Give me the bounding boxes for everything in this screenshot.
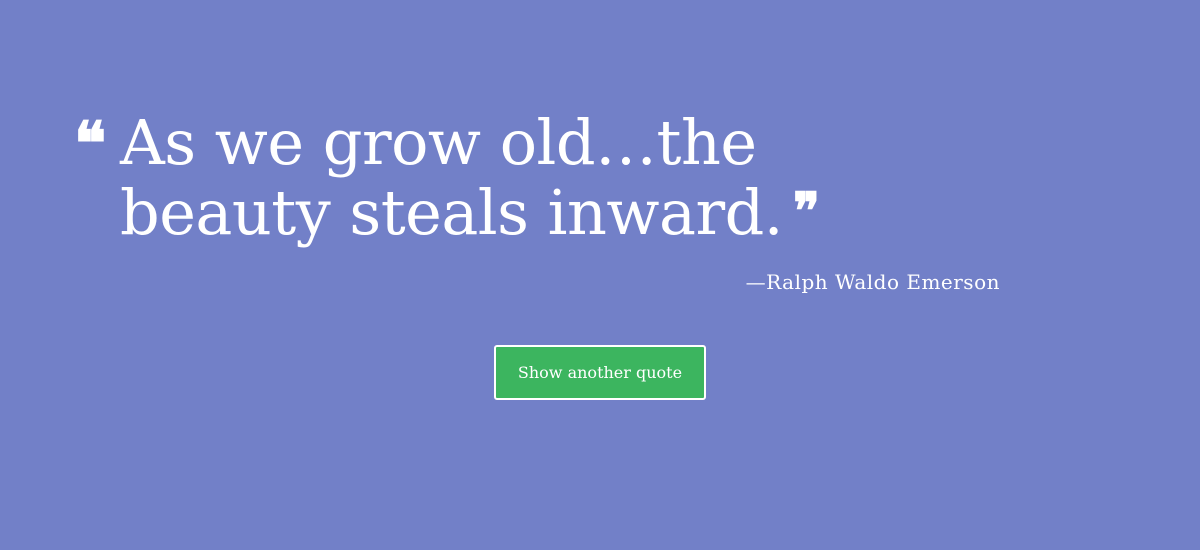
show-another-quote-button[interactable]: Show another quote (493, 345, 707, 400)
button-container: Show another quote (0, 345, 1200, 400)
close-quote-icon: ❞ (793, 181, 820, 240)
open-quote-icon: ❝ (74, 109, 107, 179)
quote-text: As we grow old…the beauty steals inward. (120, 106, 784, 249)
quote-author: —Ralph Waldo Emerson (745, 270, 1000, 294)
quote-block: ❝ As we grow old…the beauty steals inwar… (74, 108, 1004, 248)
quote-text-container: As we grow old…the beauty steals inward.… (120, 108, 950, 248)
